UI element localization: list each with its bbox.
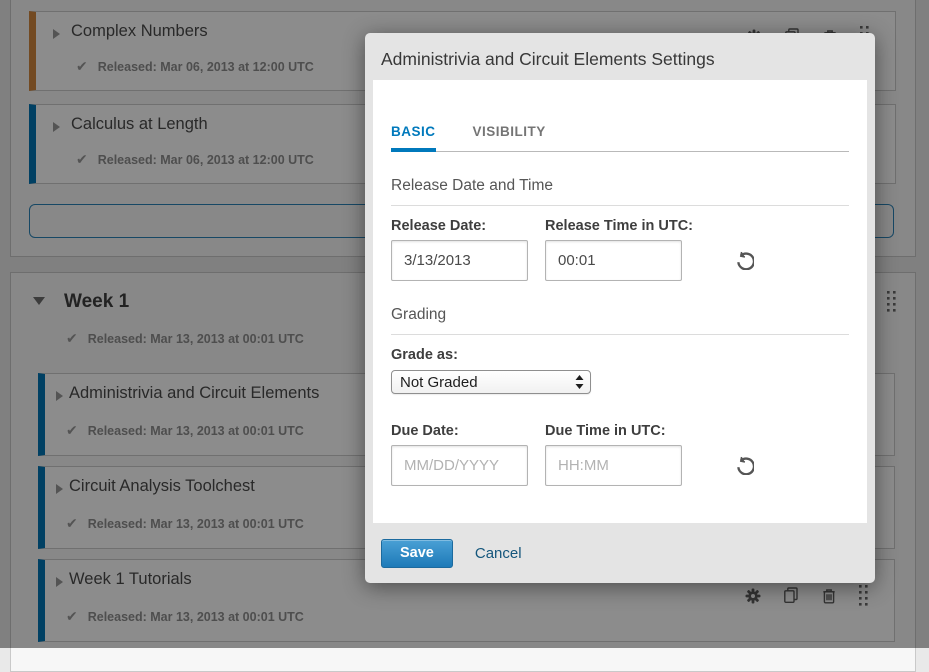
release-date-label: Release Date: bbox=[391, 218, 545, 234]
release-section-heading: Release Date and Time bbox=[391, 177, 849, 206]
release-date-input[interactable] bbox=[391, 240, 528, 281]
grading-section-heading: Grading bbox=[391, 306, 849, 335]
reset-release-button[interactable] bbox=[735, 251, 754, 270]
release-fields bbox=[391, 240, 849, 281]
grade-as-select[interactable]: Not Graded bbox=[391, 370, 591, 394]
tab-visibility[interactable]: VISIBILITY bbox=[473, 124, 546, 151]
cancel-link[interactable]: Cancel bbox=[475, 545, 522, 562]
due-time-input[interactable] bbox=[545, 445, 682, 486]
due-fields bbox=[391, 445, 849, 486]
grade-as-label: Grade as: bbox=[391, 347, 849, 363]
reset-due-button[interactable] bbox=[735, 456, 754, 475]
select-arrows-icon bbox=[575, 375, 584, 389]
selected-grade-value: Not Graded bbox=[400, 374, 575, 391]
due-labels: Due Date: Due Time in UTC: bbox=[391, 423, 849, 439]
modal-body: BASIC VISIBILITY Release Date and Time R… bbox=[373, 80, 867, 523]
save-button[interactable]: Save bbox=[381, 539, 453, 568]
modal-title: Administrivia and Circuit Elements Setti… bbox=[365, 33, 875, 70]
due-date-input[interactable] bbox=[391, 445, 528, 486]
settings-modal: Administrivia and Circuit Elements Setti… bbox=[365, 33, 875, 583]
tab-bar: BASIC VISIBILITY bbox=[391, 124, 849, 152]
reset-icon bbox=[735, 456, 754, 475]
tab-basic[interactable]: BASIC bbox=[391, 124, 436, 152]
release-time-label: Release Time in UTC: bbox=[545, 218, 693, 234]
due-time-label: Due Time in UTC: bbox=[545, 423, 666, 439]
modal-footer: Save Cancel bbox=[365, 523, 875, 583]
due-date-label: Due Date: bbox=[391, 423, 545, 439]
reset-icon bbox=[735, 251, 754, 270]
release-labels: Release Date: Release Time in UTC: bbox=[391, 218, 849, 234]
release-time-input[interactable] bbox=[545, 240, 682, 281]
